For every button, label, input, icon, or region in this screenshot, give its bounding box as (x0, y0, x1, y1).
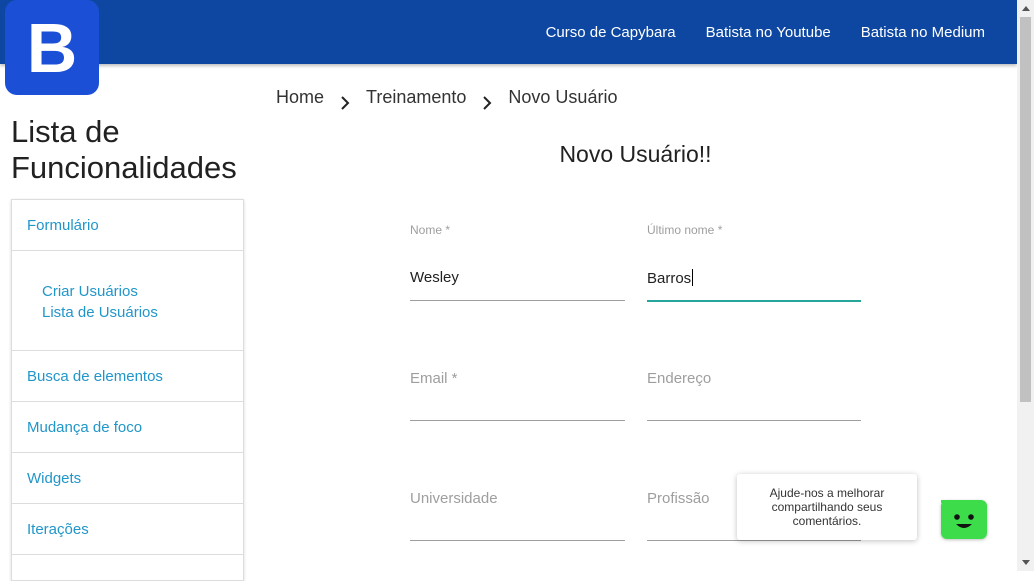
smiley-chat-icon (935, 498, 974, 528)
breadcrumb-novo-usuario[interactable]: Novo Usuário (508, 87, 617, 108)
text-caret (692, 269, 694, 286)
sidebar-title: Lista de Funcionalidades (11, 114, 237, 185)
sidebar-item-iteracoes[interactable]: Iterações (12, 504, 243, 555)
feedback-text: Ajude-nos a melhorar compartilhando seus… (769, 486, 885, 528)
university-field[interactable]: Universidade (410, 488, 625, 542)
last-name-field[interactable]: Último nome * Barros (647, 223, 861, 302)
sidebar-item-mudanca-foco[interactable]: Mudança de foco (12, 402, 243, 453)
sidebar-subitem-lista-usuarios[interactable]: Lista de Usuários (42, 302, 243, 323)
last-name-label: Último nome * (647, 223, 723, 237)
address-label: Endereço (647, 370, 712, 387)
email-underline (410, 420, 625, 421)
breadcrumb: Home Treinamento Novo Usuário (276, 87, 617, 110)
sidebar-item-widgets[interactable]: Widgets (12, 453, 243, 504)
scroll-down-arrow-icon[interactable] (1017, 554, 1034, 571)
sidebar-item-busca-elementos[interactable]: Busca de elementos (12, 351, 243, 402)
logo-letter: B (26, 8, 78, 87)
chevron-right-icon (332, 95, 358, 110)
feedback-tooltip: Ajude-nos a melhorar compartilhando seus… (737, 474, 917, 540)
nav-link-youtube[interactable]: Batista no Youtube (706, 24, 831, 41)
nav-link-medium[interactable]: Batista no Medium (861, 24, 985, 41)
first-name-underline (410, 300, 625, 301)
address-underline (647, 420, 861, 421)
email-field[interactable]: Email * (410, 368, 625, 422)
form-title: Novo Usuário!! (559, 141, 712, 167)
breadcrumb-home[interactable]: Home (276, 87, 324, 108)
sidebar-subitem-criar-usuarios[interactable]: Criar Usuários (42, 281, 243, 302)
profession-underline (647, 540, 861, 541)
university-underline (410, 540, 625, 541)
last-name-input[interactable]: Barros (647, 269, 694, 287)
last-name-underline-active (647, 300, 861, 302)
chevron-right-icon (474, 95, 500, 110)
last-name-value: Barros (647, 270, 692, 287)
brand-logo[interactable]: B (5, 0, 99, 95)
sidebar-item-formulario[interactable]: Formulário (12, 200, 243, 251)
vertical-scrollbar[interactable] (1017, 0, 1034, 571)
profession-label: Profissão (647, 490, 710, 507)
first-name-value[interactable]: Wesley (410, 269, 459, 286)
top-navbar: Curso de Capybara Batista no Youtube Bat… (0, 0, 1017, 64)
scroll-up-arrow-icon[interactable] (1017, 0, 1034, 17)
sidebar-submenu-formulario: Criar Usuários Lista de Usuários (12, 251, 243, 351)
first-name-label: Nome * (410, 223, 451, 237)
email-label: Email * (410, 370, 458, 387)
university-label: Universidade (410, 490, 498, 507)
scrollbar-thumb[interactable] (1020, 17, 1031, 402)
top-nav-links: Curso de Capybara Batista no Youtube Bat… (516, 0, 1000, 64)
nav-link-curso-capybara[interactable]: Curso de Capybara (546, 24, 676, 41)
breadcrumb-treinamento[interactable]: Treinamento (366, 87, 466, 108)
first-name-field[interactable]: Nome * Wesley (410, 223, 625, 301)
address-field[interactable]: Endereço (647, 368, 861, 422)
sidebar-menu: Formulário Criar Usuários Lista de Usuár… (11, 199, 244, 581)
feedback-button[interactable] (935, 498, 987, 539)
